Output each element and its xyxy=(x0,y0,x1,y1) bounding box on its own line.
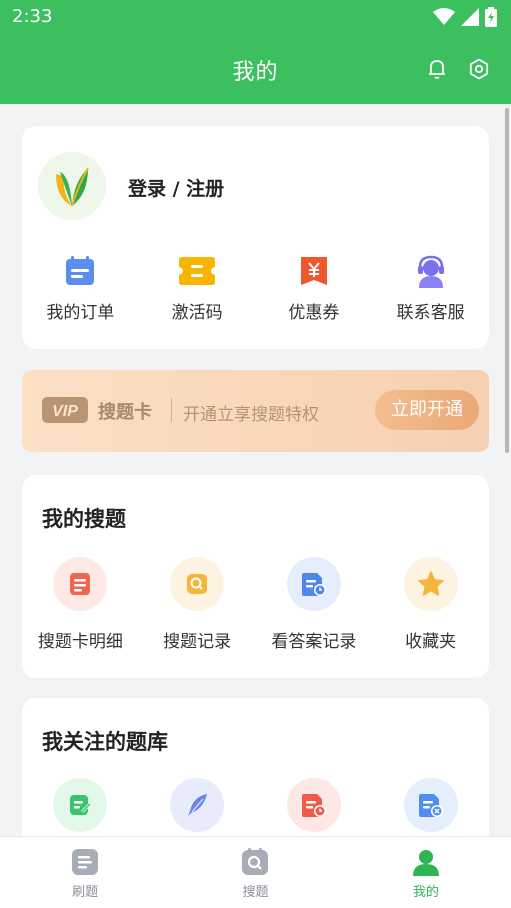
answer-record-button[interactable]: 看答案记录 xyxy=(256,557,373,652)
vip-banner[interactable]: VIP 搜题卡 开通立享搜题特权 立即开通 xyxy=(22,370,489,452)
open-vip-button[interactable]: 立即开通 xyxy=(375,390,479,430)
search-icon xyxy=(242,848,269,875)
vip-badge-icon: VIP xyxy=(42,397,88,423)
bottom-tab-bar: 刷题 搜题 我的 xyxy=(0,836,511,908)
favorites-label: 收藏夹 xyxy=(405,632,457,652)
search-record-icon xyxy=(187,574,208,594)
signal-icon xyxy=(461,8,479,26)
followed-banks-card: 我关注的题库 xyxy=(22,698,489,858)
coupon-button[interactable]: 优惠券 xyxy=(256,254,373,323)
status-time: 2:33 xyxy=(12,6,53,27)
feather-icon xyxy=(188,794,208,816)
support-icon xyxy=(417,255,444,288)
vip-description: 开通立享搜题特权 xyxy=(183,405,319,425)
gear-icon[interactable] xyxy=(467,57,491,81)
search-record-label: 搜题记录 xyxy=(163,632,232,652)
favorites-button[interactable]: 收藏夹 xyxy=(372,557,489,652)
status-bar: 2:33 xyxy=(0,0,511,34)
my-orders-button[interactable]: 我的订单 xyxy=(22,254,139,323)
tab-mine-label: 我的 xyxy=(412,885,439,900)
customer-service-button[interactable]: 联系客服 xyxy=(372,254,489,323)
doc-clock-icon xyxy=(301,794,326,817)
my-search-card: 我的搜题 搜题卡明细 搜题记录 看答案记录 收藏夹 xyxy=(22,475,489,678)
user-icon xyxy=(412,850,439,876)
list-icon xyxy=(72,849,99,875)
vip-card-name: 搜题卡 xyxy=(98,402,152,423)
profile-actions: 我的订单 激活码 优惠券 联系客服 xyxy=(22,254,489,323)
my-orders-label: 我的订单 xyxy=(46,303,115,323)
note-edit-icon xyxy=(70,795,92,815)
bell-icon[interactable] xyxy=(425,57,449,81)
tab-search[interactable]: 搜题 xyxy=(170,837,340,908)
app-logo-icon xyxy=(56,167,89,207)
login-register-link[interactable]: 登录 / 注册 xyxy=(128,174,224,201)
bank-item[interactable] xyxy=(22,778,139,832)
search-card-detail-button[interactable]: 搜题卡明细 xyxy=(22,557,139,652)
answer-record-icon xyxy=(301,573,326,596)
coupon-icon xyxy=(300,257,327,285)
customer-service-label: 联系客服 xyxy=(396,303,465,323)
tab-practice-label: 刷题 xyxy=(72,885,99,900)
followed-banks-items xyxy=(22,778,489,832)
search-card-detail-label: 搜题卡明细 xyxy=(37,632,123,652)
wifi-icon xyxy=(433,8,455,25)
ticket-icon xyxy=(179,257,216,285)
followed-banks-title: 我关注的题库 xyxy=(42,730,168,754)
bank-item[interactable] xyxy=(139,778,256,832)
orders-icon xyxy=(66,256,95,285)
tab-mine[interactable]: 我的 xyxy=(341,837,511,908)
app-header: 我的 xyxy=(0,34,511,104)
bank-item[interactable] xyxy=(372,778,489,832)
my-search-items: 搜题卡明细 搜题记录 看答案记录 收藏夹 xyxy=(22,557,489,652)
doc-x-icon xyxy=(418,794,443,817)
search-record-button[interactable]: 搜题记录 xyxy=(139,557,256,652)
scrollbar[interactable] xyxy=(505,108,509,453)
vip-divider xyxy=(171,398,172,422)
my-search-title: 我的搜题 xyxy=(42,507,126,531)
card-detail-icon xyxy=(70,573,91,595)
coupon-label: 优惠券 xyxy=(288,303,340,323)
bank-item[interactable] xyxy=(256,778,373,832)
answer-record-label: 看答案记录 xyxy=(271,632,357,652)
tab-search-label: 搜题 xyxy=(242,885,269,900)
activation-code-button[interactable]: 激活码 xyxy=(139,254,256,323)
battery-icon xyxy=(485,7,497,27)
star-icon xyxy=(417,571,444,596)
profile-card: 登录 / 注册 我的订单 激活码 优惠券 联系客服 xyxy=(22,126,489,349)
activation-code-label: 激活码 xyxy=(171,303,223,323)
vip-badge-text: VIP xyxy=(52,403,78,420)
tab-practice[interactable]: 刷题 xyxy=(0,837,170,908)
avatar[interactable] xyxy=(38,152,106,220)
